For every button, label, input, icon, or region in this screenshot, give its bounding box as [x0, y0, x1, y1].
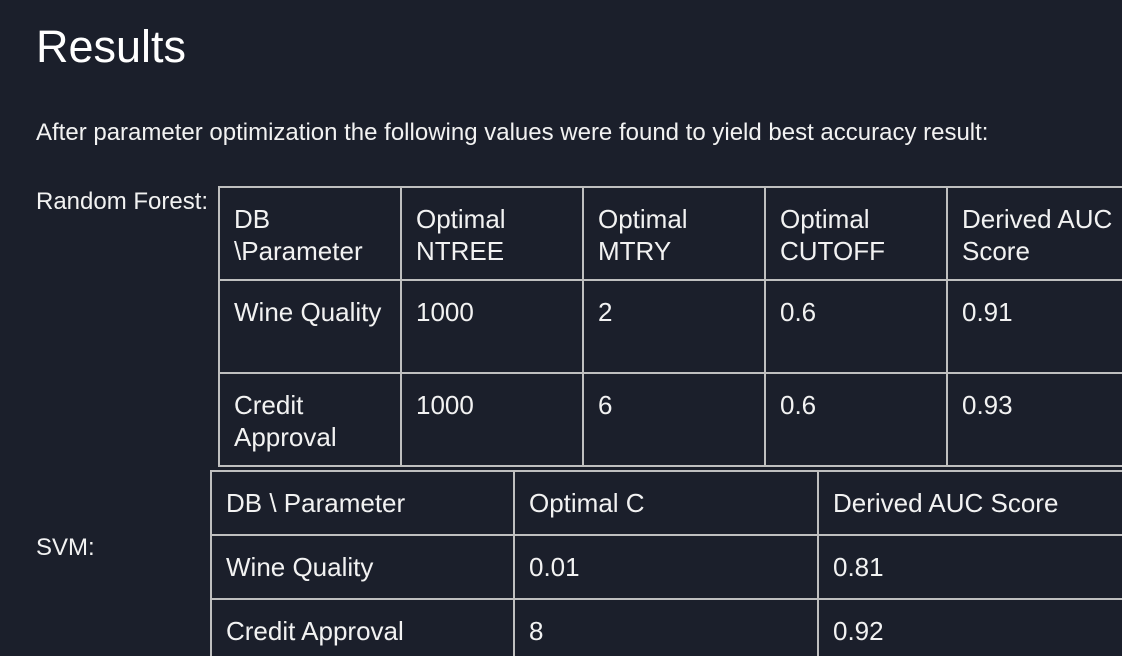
cell-db: Credit Approval — [210, 598, 515, 656]
page-title: Results — [36, 21, 187, 72]
intro-text: After parameter optimization the followi… — [36, 119, 989, 146]
table-row: Credit Approval 8 0.92 — [210, 598, 1122, 656]
cell-cutoff: 0.6 — [764, 279, 948, 374]
results-page: Results After parameter optimization the… — [0, 0, 1122, 656]
table-row: Wine Quality 1000 2 0.6 0.91 — [218, 279, 1122, 374]
cell-ntree: 1000 — [400, 372, 584, 467]
svm-label: SVM: — [36, 534, 95, 561]
table-header-row: DB \ Parameter Optimal C Derived AUC Sco… — [210, 470, 1122, 536]
table-row: Wine Quality 0.01 0.81 — [210, 534, 1122, 600]
header-optimal-c: Optimal C — [513, 470, 819, 536]
header-optimal-mtry: Optimal MTRY — [582, 186, 766, 281]
cell-auc: 0.92 — [817, 598, 1122, 656]
cell-auc: 0.91 — [946, 279, 1122, 374]
cell-mtry: 6 — [582, 372, 766, 467]
header-derived-auc: Derived AUC Score — [817, 470, 1122, 536]
cell-auc: 0.81 — [817, 534, 1122, 600]
table-row: Credit Approval 1000 6 0.6 0.93 — [218, 372, 1122, 467]
svm-table: DB \ Parameter Optimal C Derived AUC Sco… — [210, 470, 1122, 656]
cell-db: Wine Quality — [210, 534, 515, 600]
cell-c: 0.01 — [513, 534, 819, 600]
cell-db: Credit Approval — [218, 372, 402, 467]
table-header-row: DB \Parameter Optimal NTREE Optimal MTRY… — [218, 186, 1122, 281]
random-forest-label: Random Forest: — [36, 188, 209, 215]
cell-auc: 0.93 — [946, 372, 1122, 467]
cell-ntree: 1000 — [400, 279, 584, 374]
cell-c: 8 — [513, 598, 819, 656]
header-db-parameter: DB \ Parameter — [210, 470, 515, 536]
random-forest-table: DB \Parameter Optimal NTREE Optimal MTRY… — [218, 186, 1122, 467]
header-derived-auc: Derived AUC Score — [946, 186, 1122, 281]
cell-mtry: 2 — [582, 279, 766, 374]
header-db-parameter: DB \Parameter — [218, 186, 402, 281]
cell-cutoff: 0.6 — [764, 372, 948, 467]
cell-db: Wine Quality — [218, 279, 402, 374]
header-optimal-cutoff: Optimal CUTOFF — [764, 186, 948, 281]
header-optimal-ntree: Optimal NTREE — [400, 186, 584, 281]
